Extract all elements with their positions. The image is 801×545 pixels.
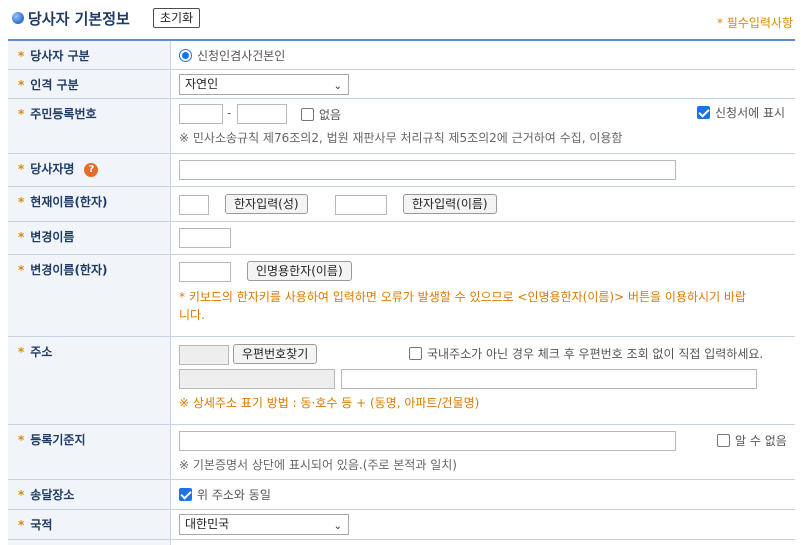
chevron-down-icon: ⌄ — [333, 521, 342, 532]
required-note: * 필수입력사항 — [716, 16, 793, 30]
name-hanja-lookup-button[interactable]: 인명용한자(이름) — [247, 261, 352, 281]
label-current-name-hanja: * 현재이름(한자) — [8, 187, 171, 221]
label-address: * 주소 — [8, 337, 171, 424]
reset-button[interactable]: 초기화 — [153, 8, 201, 28]
label-changed-name: * 변경이름 — [8, 222, 171, 254]
label-delivery: * 송달장소 — [8, 480, 171, 509]
help-icon[interactable]: ? — [84, 162, 99, 177]
row-changed-name: * 변경이름 — [8, 222, 795, 255]
direct-address-label: 국내주소가 아닌 경우 체크 후 우편번호 조회 없이 직접 입력하세요. — [427, 347, 764, 361]
address-format-note: ※ 상세주소 표기 방법 : 동·호수 등 + (동명, 아파트/건물명) — [179, 396, 480, 410]
hanja-warning-line2: 니다. — [179, 308, 205, 322]
hanja-surname-button[interactable]: 한자입력(성) — [225, 194, 308, 214]
registry-unknown-checkbox[interactable] — [717, 434, 730, 447]
bullet-icon — [12, 12, 24, 24]
rrn-display-label: 신청서에 표시 — [715, 106, 786, 120]
chevron-down-icon: ⌄ — [333, 81, 342, 92]
person-type-select[interactable]: 자연인 ⌄ — [179, 74, 349, 95]
postcode-input[interactable] — [179, 345, 229, 365]
rrn-display-checkbox[interactable] — [697, 106, 710, 119]
party-type-radio[interactable] — [179, 49, 192, 62]
label-rrn: * 주민등록번호 — [8, 99, 171, 153]
section-header: 당사자 기본정보 초기화 * 필수입력사항 — [0, 0, 801, 38]
label-nationality: * 국적 — [8, 510, 171, 539]
hanja-name-input[interactable] — [335, 195, 387, 215]
row-rrn: * 주민등록번호 - 없음 신청서에 표시 ※ 민사소송규칙 제76조의2, 법원… — [8, 99, 795, 154]
row-party-name: * 당사자명? — [8, 154, 795, 187]
label-changed-name-hanja: * 변경이름(한자) — [8, 255, 171, 336]
rrn-front-input[interactable] — [179, 104, 223, 124]
hanja-surname-input[interactable] — [179, 195, 209, 215]
row-address: * 주소 우편번호찾기 국내주소가 아닌 경우 체크 후 우편번호 조회 없이 직… — [8, 337, 795, 425]
row-partial — [8, 540, 795, 545]
hanja-warning-line1: * 키보드의 한자키를 사용하여 입력하면 오류가 발생할 수 있으므로 <인명… — [179, 290, 747, 304]
row-nationality: * 국적 대한민국 ⌄ — [8, 510, 795, 540]
label-partial — [8, 540, 171, 545]
same-address-label: 위 주소와 동일 — [197, 488, 271, 502]
row-changed-name-hanja: * 변경이름(한자) 인명용한자(이름) * 키보드의 한자키를 사용하여 입력하… — [8, 255, 795, 337]
label-person-type: * 인격 구분 — [8, 70, 171, 98]
rrn-none-label: 없음 — [319, 108, 342, 122]
postcode-search-button[interactable]: 우편번호찾기 — [233, 344, 318, 364]
rrn-back-input[interactable] — [237, 104, 287, 124]
row-party-type: * 당사자 구분 신청인겸사건본인 — [8, 41, 795, 70]
party-name-input[interactable] — [179, 160, 676, 180]
label-party-name: * 당사자명? — [8, 154, 171, 186]
registry-base-input[interactable] — [179, 431, 676, 451]
label-party-type: * 당사자 구분 — [8, 41, 171, 69]
party-info-form: * 당사자 구분 신청인겸사건본인 * 인격 구분 자연인 ⌄ * 주민등록번호 - 없… — [8, 39, 795, 545]
address-detail-input[interactable] — [341, 369, 757, 389]
row-person-type: * 인격 구분 자연인 ⌄ — [8, 70, 795, 99]
section-title: 당사자 기본정보 — [28, 10, 130, 28]
rrn-legal-note: ※ 민사소송규칙 제76조의2, 법원 재판사무 처리규칙 제5조의2에 근거하… — [179, 131, 623, 145]
row-registry-base: * 등록기준지 알 수 없음 ※ 기본증명서 상단에 표시되어 있음.(주로 본적… — [8, 425, 795, 480]
label-registry-base: * 등록기준지 — [8, 425, 171, 479]
same-address-checkbox[interactable] — [179, 488, 192, 501]
party-type-radio-label: 신청인겸사건본인 — [197, 49, 286, 63]
address-main-input[interactable] — [179, 369, 335, 389]
rrn-dash: - — [227, 106, 232, 120]
nationality-select[interactable]: 대한민국 ⌄ — [179, 514, 349, 535]
rrn-none-checkbox[interactable] — [301, 108, 314, 121]
registry-unknown-label: 알 수 없음 — [735, 434, 787, 448]
changed-name-hanja-input[interactable] — [179, 262, 231, 282]
direct-address-checkbox[interactable] — [409, 347, 422, 360]
hanja-name-button[interactable]: 한자입력(이름) — [403, 194, 497, 214]
registry-base-note: ※ 기본증명서 상단에 표시되어 있음.(주로 본적과 일치) — [179, 458, 457, 472]
row-current-name-hanja: * 현재이름(한자) 한자입력(성) 한자입력(이름) — [8, 187, 795, 222]
changed-name-input[interactable] — [179, 228, 231, 248]
row-delivery: * 송달장소 위 주소와 동일 — [8, 480, 795, 510]
